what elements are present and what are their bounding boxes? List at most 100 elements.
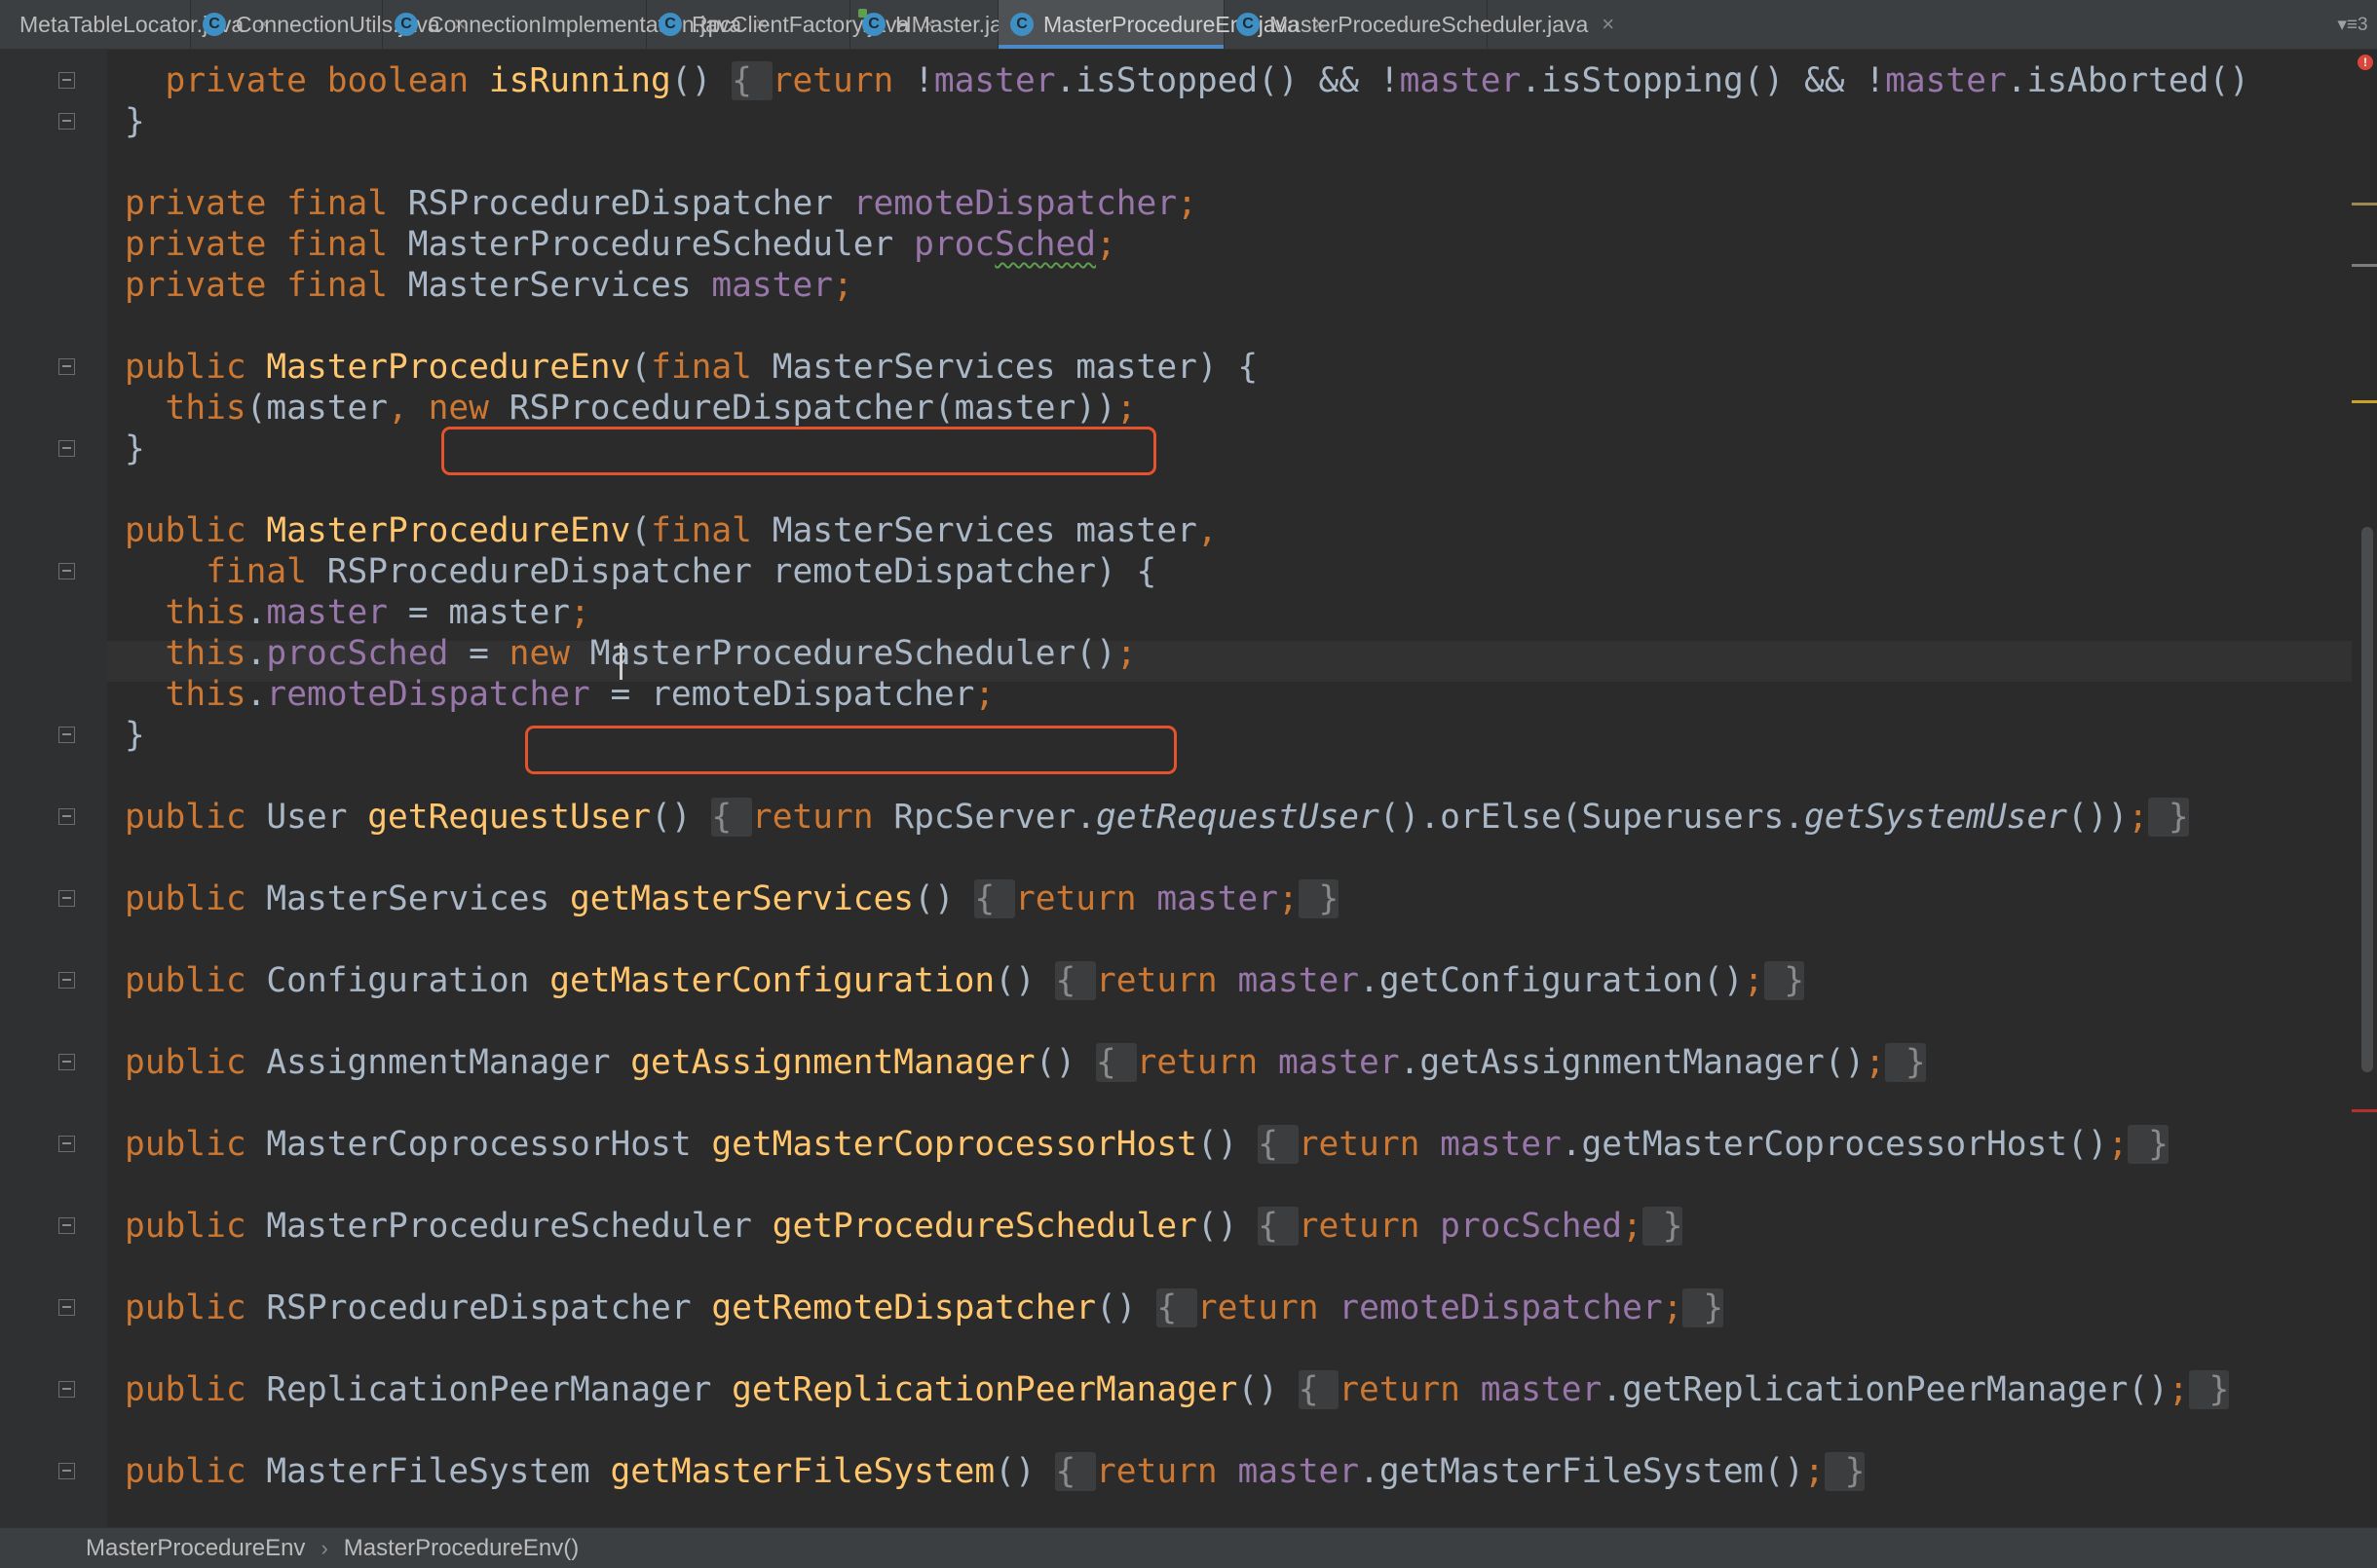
fold-toggle-icon[interactable] — [58, 563, 75, 579]
error-indicator-icon[interactable]: ! — [2358, 55, 2373, 70]
code-token: public — [125, 1288, 267, 1327]
close-icon[interactable]: × — [1602, 12, 1614, 37]
fold-toggle-icon[interactable] — [58, 1136, 75, 1152]
code-token: procSched — [266, 634, 449, 673]
code-editor[interactable]: private boolean isRunning() { return !ma… — [0, 50, 2377, 1527]
code-token: = — [448, 634, 509, 673]
tab-meta-table-locator[interactable]: MetaTableLocator.java × — [0, 0, 270, 49]
code-token: getProcedureScheduler — [772, 1207, 1197, 1246]
code-token: final — [286, 184, 408, 223]
code-line[interactable]: final RSProcedureDispatcher remoteDispat… — [125, 551, 1156, 592]
code-token: () — [670, 61, 733, 100]
code-token: return — [1096, 1452, 1238, 1491]
code-token: ( — [630, 348, 652, 387]
tab-connection-implementation[interactable]: C ConnectionImplementation.java × — [383, 0, 768, 49]
fold-end-icon[interactable] — [58, 113, 75, 130]
warning-marker[interactable] — [2352, 203, 2377, 205]
code-token: .getAssignmentManager() — [1399, 1043, 1866, 1082]
code-token: ReplicationPeerManager — [266, 1370, 733, 1409]
tab-rpc-client-factory[interactable]: C RpcClientFactory.java × — [647, 0, 935, 49]
code-token: master — [1440, 1125, 1562, 1164]
breadcrumb-item[interactable]: MasterProcedureEnv — [86, 1535, 305, 1562]
code-token: ! — [914, 61, 934, 100]
tab-master-procedure-scheduler[interactable]: C MasterProcedureScheduler.java × — [1225, 0, 1614, 49]
code-line[interactable]: private final MasterProcedureScheduler p… — [125, 224, 1116, 265]
error-marker[interactable] — [2352, 1109, 2377, 1112]
code-token: } — [125, 102, 145, 141]
code-line[interactable]: public MasterServices getMasterServices(… — [125, 878, 1339, 919]
class-icon: C — [203, 13, 226, 36]
tab-connection-utils[interactable]: C ConnectionUtils.java × — [191, 0, 467, 49]
code-token: { — [1055, 1452, 1097, 1491]
info-marker[interactable] — [2352, 264, 2377, 267]
tab-master-procedure-env[interactable]: C MasterProcedureEnv.java × — [999, 0, 1326, 49]
code-token: ; — [1096, 225, 1116, 264]
code-line[interactable]: public MasterCoprocessorHost getMasterCo… — [125, 1124, 2169, 1165]
code-line[interactable]: this(master, new RSProcedureDispatcher(m… — [125, 388, 1137, 429]
code-token: } — [2148, 798, 2189, 837]
code-line[interactable]: public AssignmentManager getAssignmentMa… — [125, 1042, 1926, 1083]
code-line[interactable]: public MasterProcedureScheduler getProce… — [125, 1206, 1683, 1247]
code-line[interactable]: this.remoteDispatcher = remoteDispatcher… — [125, 674, 996, 715]
tab-hmaster[interactable]: CHMaster.java× — [850, 0, 1052, 49]
code-token: ().orElse(Superusers. — [1378, 798, 1805, 837]
code-token: public — [125, 1125, 267, 1164]
code-line[interactable]: public ReplicationPeerManager getReplica… — [125, 1369, 2230, 1410]
code-token: master — [1156, 879, 1278, 918]
code-token: RSProcedureDispatcher remoteDispatcher) … — [326, 552, 1157, 591]
fold-toggle-icon[interactable] — [58, 808, 75, 825]
code-line[interactable]: } — [125, 715, 145, 756]
fold-toggle-icon[interactable] — [58, 1054, 75, 1070]
code-line[interactable]: public Configuration getMasterConfigurat… — [125, 960, 1805, 1001]
code-token: master — [1237, 961, 1360, 1000]
code-token: public — [125, 798, 267, 837]
code-token: { — [1298, 1370, 1339, 1409]
fold-toggle-icon[interactable] — [58, 1299, 75, 1316]
code-token: () — [1035, 1043, 1097, 1082]
warning-marker[interactable] — [2352, 400, 2377, 403]
breadcrumb-item[interactable]: MasterProcedureEnv() — [344, 1535, 579, 1562]
code-line[interactable]: public MasterProcedureEnv(final MasterSe… — [125, 347, 1258, 388]
code-line[interactable]: public RSProcedureDispatcher getRemoteDi… — [125, 1288, 1723, 1328]
code-line[interactable]: public MasterProcedureEnv(final MasterSe… — [125, 510, 1218, 551]
code-token: } — [1298, 879, 1339, 918]
code-token: master — [933, 61, 1056, 100]
fold-end-icon[interactable] — [58, 727, 75, 743]
fold-toggle-icon[interactable] — [58, 1381, 75, 1398]
tab-overflow-menu[interactable]: ▾≡3 — [2328, 0, 2377, 49]
code-line[interactable]: public MasterFileSystem getMasterFileSys… — [125, 1451, 1866, 1492]
code-line[interactable]: private final RSProcedureDispatcher remo… — [125, 183, 1197, 224]
code-token: MasterCoprocessorHost — [266, 1125, 712, 1164]
code-token: ; — [1115, 634, 1137, 673]
code-token: remoteDispatcher — [1339, 1288, 1663, 1327]
fold-toggle-icon[interactable] — [58, 1217, 75, 1234]
fold-toggle-icon[interactable] — [58, 890, 75, 907]
code-line[interactable]: } — [125, 429, 145, 469]
code-line[interactable]: this.procSched = new MasterProcedureSche… — [125, 633, 1137, 674]
fold-end-icon[interactable] — [58, 440, 75, 457]
code-token: ; — [974, 675, 996, 714]
scrollbar-thumb[interactable] — [2361, 527, 2373, 1072]
vertical-scrollbar[interactable]: ! — [2352, 50, 2377, 1527]
code-token: RSProcedureDispatcher — [266, 1288, 712, 1327]
fold-toggle-icon[interactable] — [58, 972, 75, 989]
code-token: this — [165, 675, 246, 714]
fold-toggle-icon[interactable] — [58, 1463, 75, 1479]
code-line[interactable]: } — [125, 101, 145, 142]
code-token: master — [266, 593, 389, 632]
fold-toggle-icon[interactable] — [58, 358, 75, 375]
code-token: master — [1885, 61, 2007, 100]
code-token: getRemoteDispatcher — [711, 1288, 1097, 1327]
code-line[interactable]: private boolean isRunning() { return !ma… — [125, 60, 2249, 101]
code-token: } — [1682, 1288, 1723, 1327]
code-token: public — [125, 1207, 267, 1246]
fold-toggle-icon[interactable] — [58, 72, 75, 89]
code-line[interactable]: public User getRequestUser() { return Rp… — [125, 797, 2189, 838]
code-token: ; — [832, 266, 853, 305]
code-token: { — [1055, 961, 1097, 1000]
code-line[interactable]: private final MasterServices master; — [125, 265, 853, 306]
code-line[interactable]: this.master = master; — [125, 592, 590, 633]
